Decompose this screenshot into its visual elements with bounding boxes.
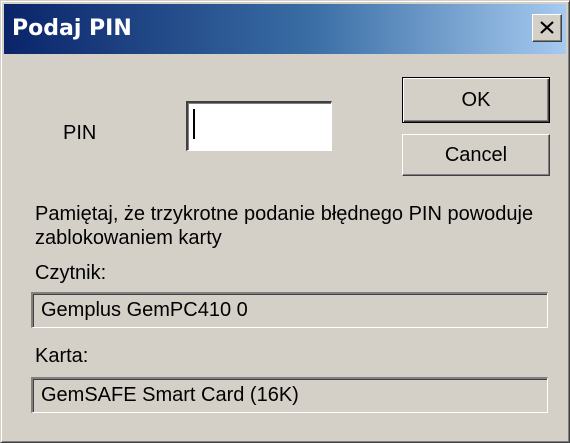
text-caret [193, 109, 195, 139]
window-title: Podaj PIN [12, 16, 132, 41]
close-icon [540, 21, 554, 34]
reader-field: Gemplus GemPC410 0 [31, 292, 548, 328]
pin-dialog-window: Podaj PIN PIN OK Cancel Pamiętaj, że trz… [0, 0, 570, 443]
warning-message: Pamiętaj, że trzykrotne podanie błędnego… [35, 203, 534, 249]
pin-label: PIN [63, 122, 97, 144]
cancel-button[interactable]: Cancel [402, 134, 550, 176]
card-field: GemSAFE Smart Card (16K) [31, 377, 548, 413]
pin-input[interactable] [186, 101, 332, 151]
card-label: Karta: [35, 345, 89, 367]
close-button[interactable] [532, 14, 562, 42]
reader-label: Czytnik: [35, 262, 107, 284]
ok-button[interactable]: OK [402, 77, 550, 123]
title-bar[interactable]: Podaj PIN [4, 4, 566, 54]
